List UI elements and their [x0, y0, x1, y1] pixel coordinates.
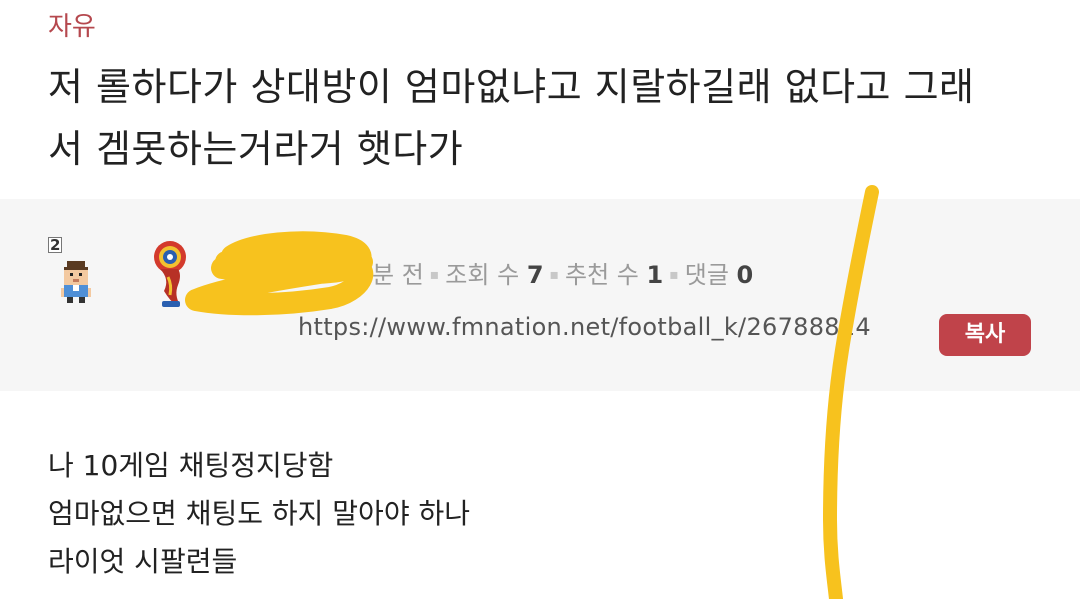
comments-label: 댓글 — [684, 261, 729, 289]
time-ago: 분 전 — [372, 261, 424, 289]
category-label[interactable]: 자유 — [48, 6, 96, 43]
views-label: 조회 수 — [445, 261, 520, 289]
separator-dot: ▪ — [549, 267, 560, 283]
comments-count: 0 — [736, 261, 754, 289]
separator-dot: ▪ — [429, 267, 440, 283]
post-title: 저 롤하다가 상대방이 엄마없냐고 지랄하길래 없다고 그래 서 겜못하는거라거… — [48, 56, 1038, 180]
post-url[interactable]: https://www.fmnation.net/football_k/2678… — [298, 313, 871, 341]
post-body-line-3: 라이엇 시팔련들 — [48, 545, 238, 578]
post-body-line-1: 나 10게임 채팅정지당함 — [48, 449, 334, 482]
post-page: 자유 저 롤하다가 상대방이 엄마없냐고 지랄하길래 없다고 그래 서 겜못하는… — [0, 0, 1080, 599]
post-body: 나 10게임 채팅정지당함 엄마없으면 채팅도 하지 말아야 하나 라이엇 시팔… — [48, 442, 470, 586]
post-stats: 분 전 ▪ 조회 수 7 ▪ 추천 수 1 ▪ 댓글 0 — [372, 255, 753, 290]
post-body-line-2: 엄마없으면 채팅도 하지 말아야 하나 — [48, 497, 471, 530]
pixel-avatar-icon — [61, 261, 91, 303]
level-badge: 2 — [48, 236, 63, 254]
recommend-label: 추천 수 — [565, 261, 639, 289]
world-cup-emblem-icon — [154, 241, 186, 307]
recommend-count: 1 — [646, 261, 664, 289]
copy-url-button[interactable]: 복사 — [939, 314, 1031, 356]
post-title-line-2: 서 겜못하는거라거 햇다가 — [48, 127, 464, 171]
views-count: 7 — [526, 261, 544, 289]
post-title-line-1: 저 롤하다가 상대방이 엄마없냐고 지랄하길래 없다고 그래 — [48, 65, 975, 109]
post-meta-box: 2 분 전 ▪ 조회 수 7 ▪ 추천 수 1 ▪ 댓글 0 https://w… — [0, 199, 1080, 391]
separator-dot: ▪ — [669, 267, 679, 283]
